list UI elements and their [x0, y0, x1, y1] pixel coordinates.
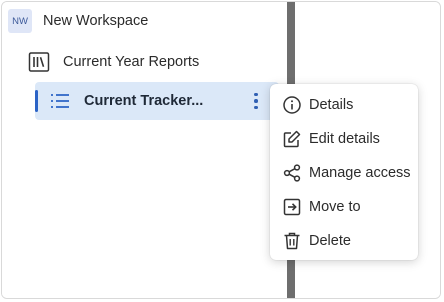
more-options-icon[interactable] [248, 90, 264, 112]
edit-icon [283, 130, 301, 148]
menu-item-label: Manage access [309, 165, 411, 181]
context-menu: Details Edit details Manage access Move … [270, 84, 418, 260]
menu-item-label: Details [309, 97, 354, 113]
share-icon [283, 164, 301, 182]
workspace-name: New Workspace [43, 13, 149, 29]
menu-item-edit-details[interactable]: Edit details [270, 122, 418, 156]
tracker-label: Current Tracker... [84, 93, 204, 109]
menu-item-label: Move to [309, 199, 361, 215]
menu-item-label: Edit details [309, 131, 380, 147]
info-icon [283, 96, 301, 114]
move-icon [283, 198, 301, 216]
tracker-item[interactable]: Current Tracker... [35, 82, 279, 120]
folder-item[interactable]: Current Year Reports [28, 48, 199, 76]
folder-label: Current Year Reports [63, 54, 200, 70]
menu-item-label: Delete [309, 233, 351, 249]
menu-item-move-to[interactable]: Move to [270, 190, 418, 224]
library-icon [28, 52, 50, 72]
selection-indicator [35, 90, 38, 112]
navigation-panel: NW New Workspace Current Year Reports Cu… [2, 2, 288, 298]
trash-icon [284, 232, 300, 250]
list-icon [51, 94, 69, 108]
menu-item-details[interactable]: Details [270, 88, 418, 122]
menu-item-delete[interactable]: Delete [270, 224, 418, 258]
menu-item-manage-access[interactable]: Manage access [270, 156, 418, 190]
workspace-item[interactable]: NW New Workspace [8, 8, 148, 34]
workspace-badge: NW [8, 9, 32, 33]
